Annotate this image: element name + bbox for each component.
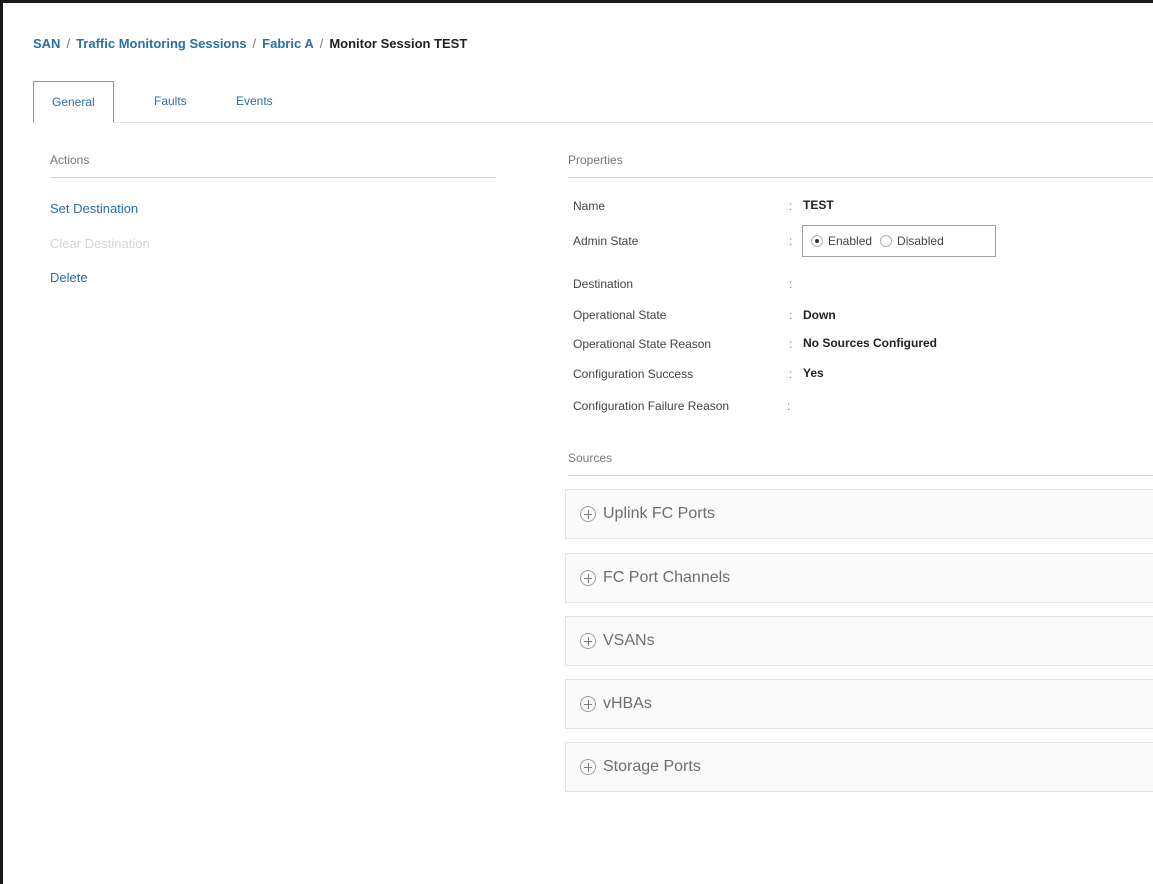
source-panel-label: Uplink FC Ports [603, 505, 716, 522]
operational-state-label: Operational State [573, 308, 667, 322]
admin-state-enabled-label: Enabled [828, 234, 873, 248]
plus-circle-icon [580, 570, 596, 586]
breadcrumb-separator: / [66, 36, 71, 51]
destination-label: Destination [573, 277, 634, 291]
admin-state-colon: : [789, 234, 793, 248]
plus-circle-icon [580, 759, 596, 775]
source-panel-fc-port-channels[interactable]: FC Port Channels [565, 553, 1153, 603]
source-panel-label: VSANs [603, 632, 655, 649]
operational-state-reason-value: No Sources Configured [803, 336, 938, 350]
breadcrumb-item-traffic-monitoring-sessions[interactable]: Traffic Monitoring Sessions [76, 36, 246, 51]
name-colon: : [789, 199, 793, 213]
breadcrumb-separator: / [319, 36, 324, 51]
breadcrumb-separator: / [252, 36, 257, 51]
set-destination-link[interactable]: Set Destination [50, 201, 138, 216]
configuration-success-label: Configuration Success [573, 367, 694, 381]
plus-circle-icon [580, 633, 596, 649]
window-frame: SAN / Traffic Monitoring Sessions / Fabric A… [0, 0, 1153, 884]
operational-state-reason-colon: : [789, 337, 793, 351]
admin-state-label: Admin State [573, 234, 639, 248]
configuration-failure-reason-colon: : [787, 399, 791, 413]
plus-circle-icon [580, 696, 596, 712]
source-panel-vhbas[interactable]: vHBAs [565, 679, 1153, 729]
name-label: Name [573, 199, 606, 213]
radio-checked-icon [811, 235, 823, 247]
tab-events[interactable]: Events [218, 81, 291, 121]
source-panel-vsans[interactable]: VSANs [565, 616, 1153, 666]
breadcrumb-item-fabric-a[interactable]: Fabric A [262, 36, 314, 51]
breadcrumb-item-san[interactable]: SAN [33, 36, 60, 51]
tab-bar: General Faults Events [33, 81, 1153, 123]
radio-unchecked-icon [880, 235, 893, 247]
source-panel-label: Storage Ports [603, 758, 701, 775]
admin-state-enabled-radio[interactable]: Enabled [811, 234, 872, 248]
admin-state-disabled-radio[interactable]: Disabled [880, 234, 944, 248]
configuration-success-value: Yes [803, 366, 824, 380]
source-panel-label: FC Port Channels [603, 569, 731, 586]
name-value: TEST [803, 198, 834, 212]
operational-state-colon: : [789, 308, 793, 322]
destination-colon: : [789, 277, 793, 291]
properties-section-title: Properties [568, 153, 1153, 178]
breadcrumb-current: Monitor Session TEST [329, 36, 468, 51]
tab-general[interactable]: General [33, 81, 114, 123]
operational-state-reason-label: Operational State Reason [573, 337, 712, 351]
operational-state-value: Down [803, 308, 836, 322]
configuration-failure-reason-label: Configuration Failure Reason [573, 399, 730, 413]
source-panel-label: vHBAs [603, 695, 652, 712]
breadcrumb: SAN / Traffic Monitoring Sessions / Fabric A… [33, 36, 467, 51]
tab-faults[interactable]: Faults [136, 81, 205, 121]
delete-link[interactable]: Delete [50, 270, 88, 285]
configuration-success-colon: : [789, 367, 793, 381]
clear-destination-link: Clear Destination [50, 236, 150, 251]
plus-circle-icon [580, 506, 596, 522]
sources-section-title: Sources [568, 451, 1153, 476]
source-panel-storage-ports[interactable]: Storage Ports [565, 742, 1153, 792]
admin-state-disabled-label: Disabled [897, 234, 944, 248]
admin-state-radio-group: Enabled Disabled [802, 225, 996, 257]
source-panel-uplink-fc-ports[interactable]: Uplink FC Ports [565, 489, 1153, 539]
actions-section-title: Actions [50, 153, 496, 178]
